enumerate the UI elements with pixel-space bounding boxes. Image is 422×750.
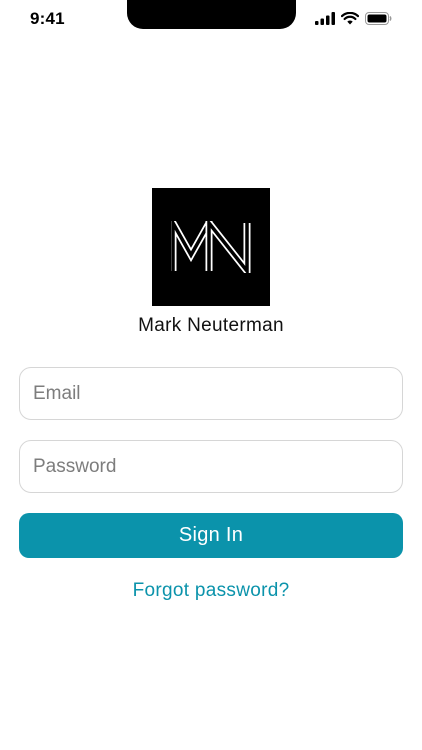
- mn-monogram-icon: [171, 221, 251, 273]
- sign-in-button[interactable]: Sign In: [19, 513, 403, 558]
- status-bar: 9:41: [0, 0, 422, 40]
- email-field[interactable]: [19, 367, 403, 420]
- battery-icon: [365, 12, 392, 25]
- password-field[interactable]: [19, 440, 403, 493]
- brand-name: Mark Neuterman: [138, 315, 284, 336]
- device-notch: [127, 0, 296, 29]
- status-time: 9:41: [30, 9, 65, 28]
- wifi-icon: [341, 12, 359, 25]
- login-screen: 9:41 Mark Neuterman Email Sign In Forgot…: [0, 0, 422, 750]
- brand-logo: [152, 188, 270, 306]
- status-icons: [315, 12, 392, 25]
- forgot-password-link[interactable]: Forgot password?: [0, 580, 422, 602]
- cellular-signal-icon: [315, 12, 335, 25]
